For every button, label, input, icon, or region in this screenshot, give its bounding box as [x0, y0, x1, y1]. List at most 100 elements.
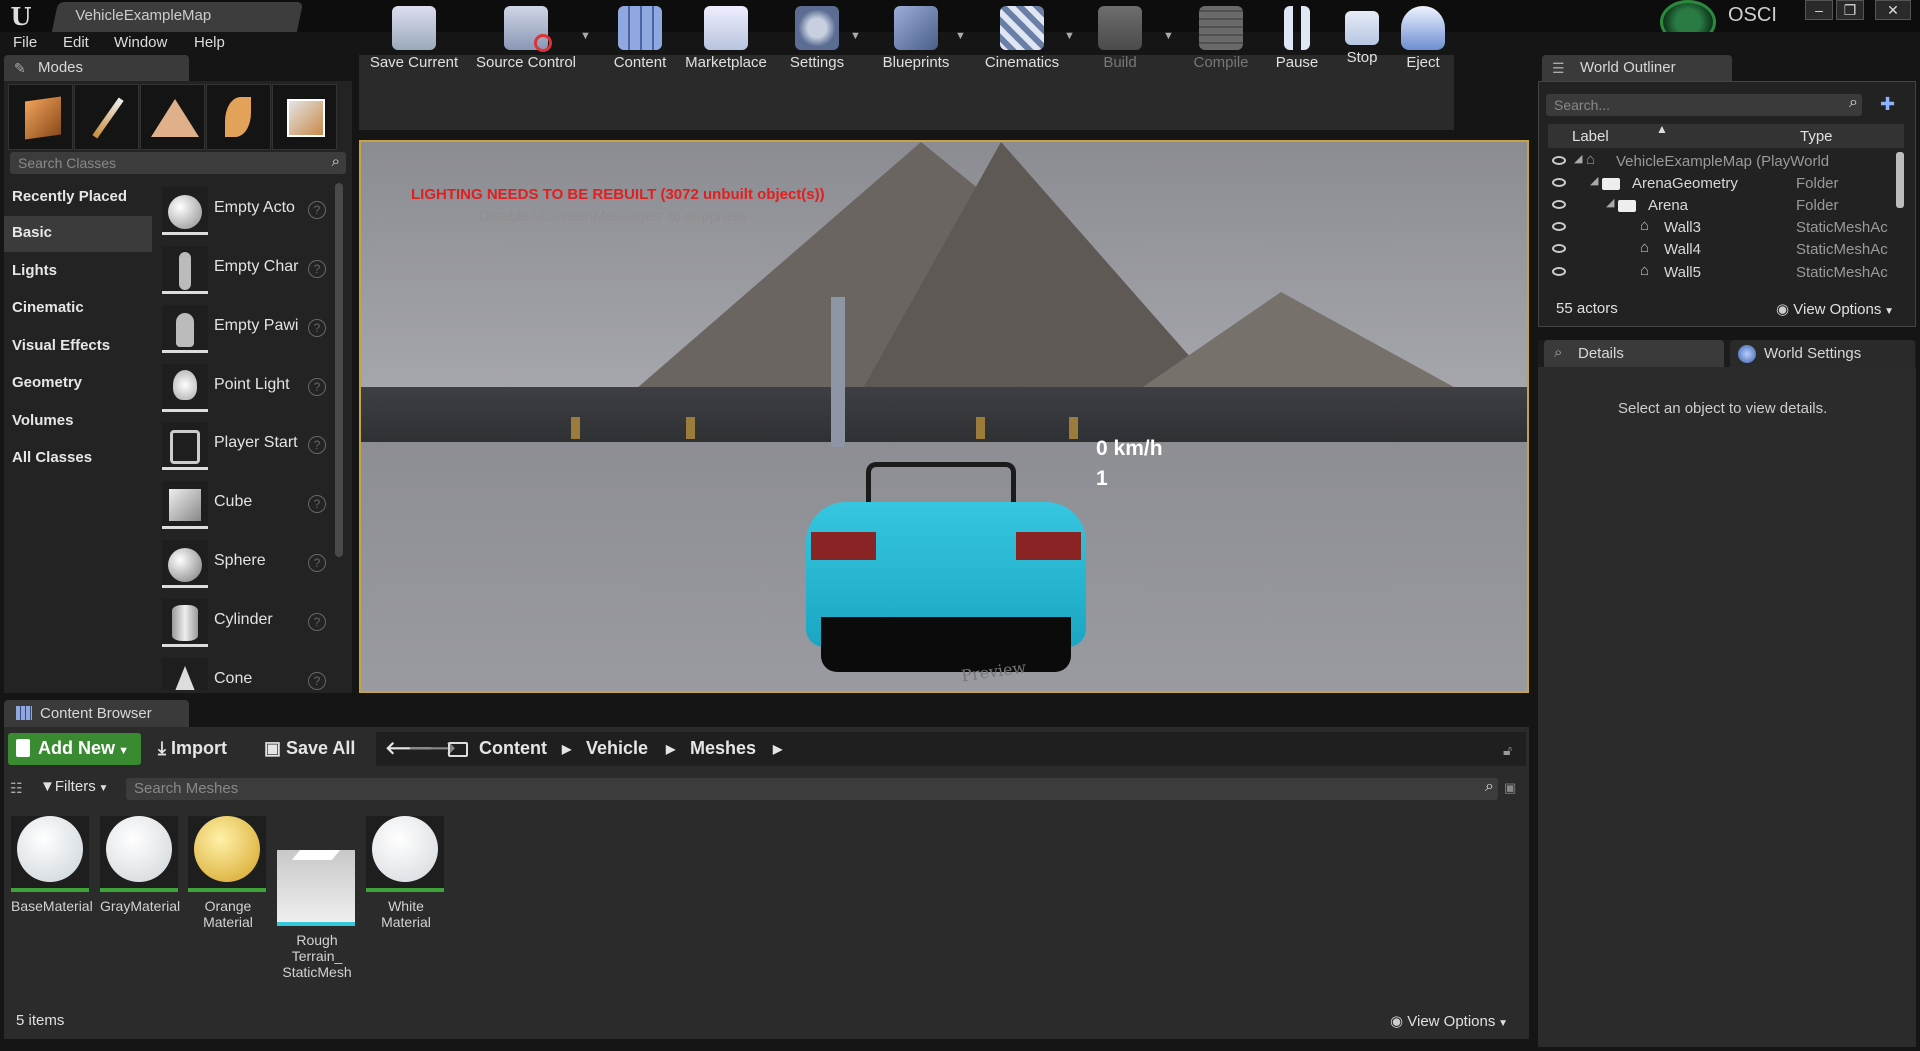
outliner-row-arena[interactable]: ◢ Arena Folder: [1548, 195, 1890, 217]
place-item-cylinder[interactable]: Cylinder ?: [156, 595, 336, 651]
foliage-mode-button[interactable]: [206, 84, 271, 150]
cinematics-button[interactable]: Cinematics: [978, 0, 1066, 75]
visibility-eye-icon[interactable]: [1552, 200, 1566, 209]
help-icon[interactable]: ?: [308, 436, 326, 454]
world-outliner-tab[interactable]: ☰ World Outliner: [1542, 55, 1732, 81]
content-browser-tab[interactable]: Content Browser: [4, 700, 189, 727]
blueprints-button[interactable]: Blueprints: [874, 0, 958, 75]
sources-panel-toggle-icon[interactable]: ☷: [10, 780, 23, 797]
visibility-eye-icon[interactable]: [1552, 156, 1566, 165]
category-visual-effects[interactable]: Visual Effects: [4, 329, 152, 365]
menu-help[interactable]: Help: [194, 34, 225, 51]
settings-dropdown[interactable]: ▼: [850, 30, 861, 42]
menu-file[interactable]: File: [13, 34, 37, 51]
outliner-col-label[interactable]: Label: [1572, 128, 1609, 145]
compile-button[interactable]: Compile: [1186, 0, 1256, 75]
category-all-classes[interactable]: All Classes: [4, 441, 152, 477]
save-current-button[interactable]: Save Current: [366, 0, 462, 75]
search-meshes-input[interactable]: Search Meshes ⌕: [126, 778, 1498, 800]
document-tab[interactable]: VehicleExampleMap: [51, 2, 304, 32]
visibility-eye-icon[interactable]: [1552, 244, 1566, 253]
category-recently-placed[interactable]: Recently Placed: [4, 180, 152, 216]
visibility-eye-icon[interactable]: [1552, 267, 1566, 276]
source-control-button[interactable]: Source Control: [470, 0, 582, 75]
filters-button[interactable]: ▼Filters ▼: [40, 778, 108, 795]
place-item-empty-character[interactable]: Empty Char ?: [156, 242, 336, 298]
help-icon[interactable]: ?: [308, 378, 326, 396]
place-item-point-light[interactable]: Point Light ?: [156, 360, 336, 416]
save-all-button[interactable]: ▣ Save All: [264, 738, 355, 759]
content-button[interactable]: Content: [604, 0, 676, 75]
place-item-empty-actor[interactable]: Empty Acto ?: [156, 183, 336, 239]
visibility-eye-icon[interactable]: [1552, 178, 1566, 187]
asset-tile[interactable]: White Material: [366, 810, 446, 930]
outliner-view-options[interactable]: ◉ View Options ▼: [1776, 300, 1894, 318]
help-icon[interactable]: ?: [308, 495, 326, 513]
expand-arrow-icon[interactable]: ◢: [1590, 174, 1598, 187]
asset-tile[interactable]: BaseMaterial: [11, 810, 93, 914]
asset-tile[interactable]: GrayMaterial: [100, 810, 180, 914]
asset-tile[interactable]: Rough Terrain_ StaticMesh: [277, 810, 357, 980]
place-item-cube[interactable]: Cube ?: [156, 477, 336, 533]
place-item-player-start[interactable]: Player Start ?: [156, 418, 336, 474]
outliner-row-wall5[interactable]: ⌂ Wall5 StaticMeshAc: [1548, 262, 1890, 284]
expand-arrow-icon[interactable]: ◢: [1574, 152, 1582, 165]
blueprints-dropdown[interactable]: ▼: [955, 30, 966, 42]
help-icon[interactable]: ?: [308, 319, 326, 337]
breadcrumb-separator-icon[interactable]: ▶: [773, 742, 782, 756]
pause-button[interactable]: Pause: [1266, 0, 1328, 75]
source-control-dropdown[interactable]: ▼: [580, 30, 591, 42]
restore-button[interactable]: ❐: [1836, 0, 1864, 20]
category-geometry[interactable]: Geometry: [4, 366, 152, 402]
modes-scrollbar[interactable]: [335, 183, 343, 557]
menu-edit[interactable]: Edit: [63, 34, 89, 51]
account-label[interactable]: OSCI: [1728, 4, 1777, 27]
outliner-col-type[interactable]: Type: [1800, 128, 1833, 145]
outliner-row-wall4[interactable]: ⌂ Wall4 StaticMeshAc: [1548, 239, 1890, 261]
help-icon[interactable]: ?: [308, 201, 326, 219]
paint-mode-button[interactable]: [74, 84, 139, 150]
outliner-scrollbar[interactable]: [1896, 152, 1904, 208]
help-icon[interactable]: ?: [308, 672, 326, 690]
outliner-row-wall3[interactable]: ⌂ Wall3 StaticMeshAc: [1548, 217, 1890, 239]
details-tab[interactable]: ⌕ Details: [1544, 340, 1724, 367]
help-icon[interactable]: ?: [308, 554, 326, 572]
world-settings-tab[interactable]: World Settings: [1730, 340, 1915, 367]
build-button[interactable]: Build: [1088, 0, 1152, 75]
geometry-mode-button[interactable]: [272, 84, 337, 150]
place-item-cone[interactable]: Cone ?: [156, 654, 336, 690]
cinematics-dropdown[interactable]: ▼: [1064, 30, 1075, 42]
visibility-eye-icon[interactable]: [1552, 222, 1566, 231]
add-actor-icon[interactable]: ✚: [1880, 94, 1902, 116]
help-icon[interactable]: ?: [308, 613, 326, 631]
content-view-options[interactable]: ◉ View Options ▼: [1390, 1012, 1508, 1030]
search-classes-input[interactable]: Search Classes ⌕: [10, 152, 346, 174]
marketplace-button[interactable]: Marketplace: [680, 0, 772, 75]
level-viewport[interactable]: LIGHTING NEEDS TO BE REBUILT (3072 unbui…: [359, 140, 1529, 693]
lock-icon[interactable]: 🔓︎: [1503, 742, 1512, 759]
place-item-empty-pawn[interactable]: Empty Pawi ?: [156, 301, 336, 357]
place-item-sphere[interactable]: Sphere ?: [156, 536, 336, 592]
breadcrumb-meshes[interactable]: Meshes: [690, 738, 756, 759]
asset-tile[interactable]: Orange Material: [188, 810, 268, 930]
landscape-mode-button[interactable]: [140, 84, 205, 150]
close-button[interactable]: ✕: [1875, 0, 1911, 20]
outliner-row-arenageometry[interactable]: ◢ ArenaGeometry Folder: [1548, 173, 1890, 195]
expand-arrow-icon[interactable]: ◢: [1606, 196, 1614, 209]
category-lights[interactable]: Lights: [4, 254, 152, 290]
eject-button[interactable]: Eject: [1398, 0, 1448, 75]
import-button[interactable]: ⤓ Import: [158, 738, 227, 759]
outliner-row-vehicleexamplemap[interactable]: ◢ ⌂ VehicleExampleMap (PlayWorld: [1548, 151, 1890, 173]
stop-button[interactable]: Stop: [1336, 0, 1388, 75]
settings-button[interactable]: Settings: [779, 0, 855, 75]
minimize-button[interactable]: –: [1805, 0, 1833, 20]
help-icon[interactable]: ?: [308, 260, 326, 278]
breadcrumb-separator-icon[interactable]: ▶: [562, 742, 571, 756]
category-cinematic[interactable]: Cinematic: [4, 291, 152, 327]
save-search-icon[interactable]: ▣: [1504, 780, 1516, 796]
category-volumes[interactable]: Volumes: [4, 404, 152, 440]
breadcrumb-separator-icon[interactable]: ▶: [666, 742, 675, 756]
add-new-button[interactable]: Add New ▼: [8, 733, 141, 765]
menu-window[interactable]: Window: [114, 34, 167, 51]
breadcrumb-content[interactable]: Content: [479, 738, 547, 759]
